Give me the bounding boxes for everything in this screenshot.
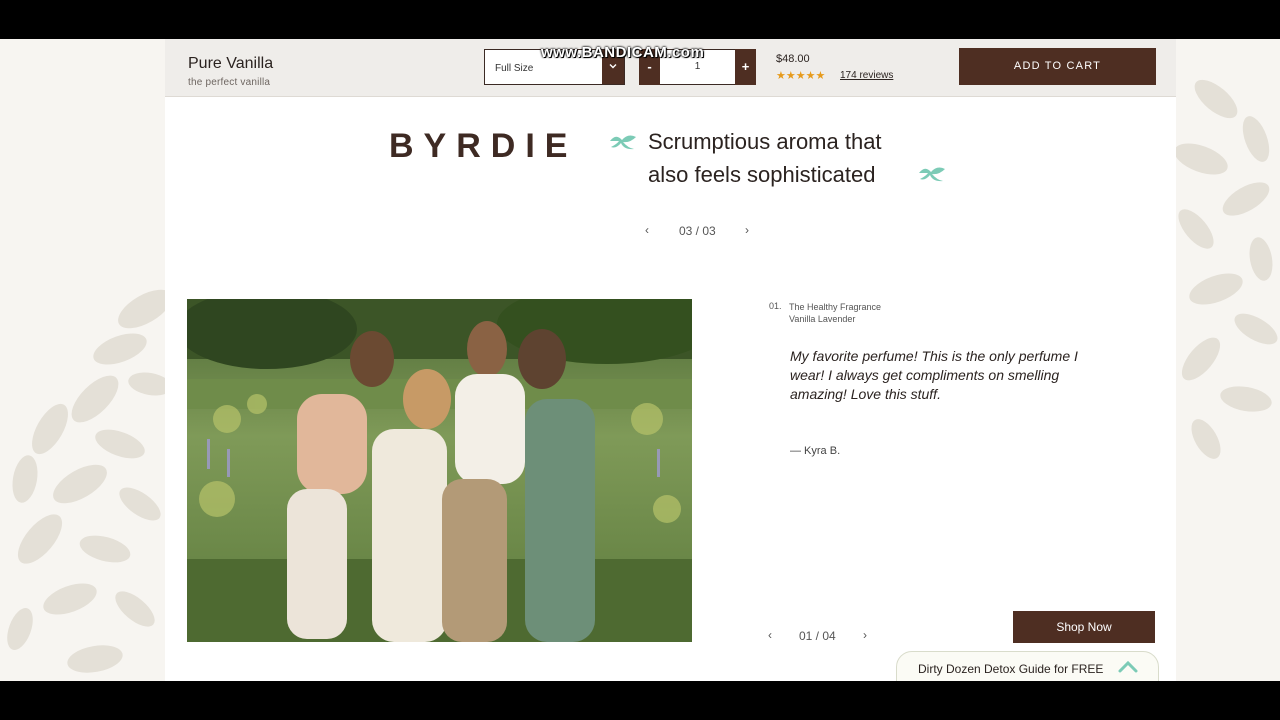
press-logo: BYRDIE: [389, 127, 578, 165]
testimonial-product-line-2: Vanilla Lavender: [789, 314, 856, 324]
press-quote-line-1: Scrumptious aroma that: [648, 129, 882, 154]
reviews-link[interactable]: 174 reviews: [840, 70, 893, 81]
testimonial-author: — Kyra B.: [790, 445, 841, 457]
testimonial-product-line-1: The Healthy Fragrance: [789, 302, 882, 312]
product-name: Pure Vanilla: [188, 55, 274, 72]
star-rating: ★★★★★: [776, 70, 826, 82]
detox-guide-label: Dirty Dozen Detox Guide for FREE: [918, 662, 1104, 676]
letterbox-bottom: [0, 681, 1280, 720]
press-pager: ‹ 03 / 03 ›: [645, 223, 755, 239]
testimonial-next-button[interactable]: ›: [863, 628, 867, 642]
press-next-button[interactable]: ›: [745, 223, 749, 237]
testimonial-product: The Healthy Fragrance Vanilla Lavender: [789, 301, 881, 325]
leaf-icon: [917, 163, 947, 189]
page-content: Pure Vanilla the perfect vanilla Full Si…: [165, 39, 1176, 681]
testimonial-pager: ‹ 01 / 04 ›: [768, 628, 878, 644]
sticky-product-bar: Pure Vanilla the perfect vanilla Full Si…: [165, 39, 1176, 97]
detox-guide-tab[interactable]: Dirty Dozen Detox Guide for FREE: [896, 651, 1159, 681]
quantity-increase-button[interactable]: +: [735, 49, 756, 85]
press-prev-button[interactable]: ‹: [645, 223, 649, 237]
product-subtitle: the perfect vanilla: [188, 77, 271, 88]
product-price: $48.00: [776, 53, 810, 65]
press-page-count: 03 / 03: [679, 224, 716, 238]
size-select-value: Full Size: [495, 63, 534, 74]
letterbox-top: [0, 0, 1280, 39]
chevron-up-icon: [1117, 658, 1139, 674]
decorative-pattern-right: [1176, 79, 1278, 459]
testimonial-photo: [187, 299, 692, 642]
press-quote-line-2: also feels sophisticated: [648, 162, 876, 187]
testimonial-quote: My favorite perfume! This is the only pe…: [790, 348, 1078, 402]
browser-viewport: Pure Vanilla the perfect vanilla Full Si…: [0, 39, 1280, 681]
press-quote: Scrumptious aroma that also feels sophis…: [648, 125, 948, 191]
testimonial-number: 01.: [769, 301, 782, 311]
add-to-cart-button[interactable]: ADD TO CART: [959, 48, 1156, 85]
testimonial-page-count: 01 / 04: [799, 629, 836, 643]
recorder-watermark: www.BANDICAM.com: [541, 44, 705, 61]
decorative-pattern-left: [7, 289, 165, 673]
shop-now-button[interactable]: Shop Now: [1013, 611, 1155, 643]
leaf-icon: [608, 131, 638, 157]
testimonial-prev-button[interactable]: ‹: [768, 628, 772, 642]
